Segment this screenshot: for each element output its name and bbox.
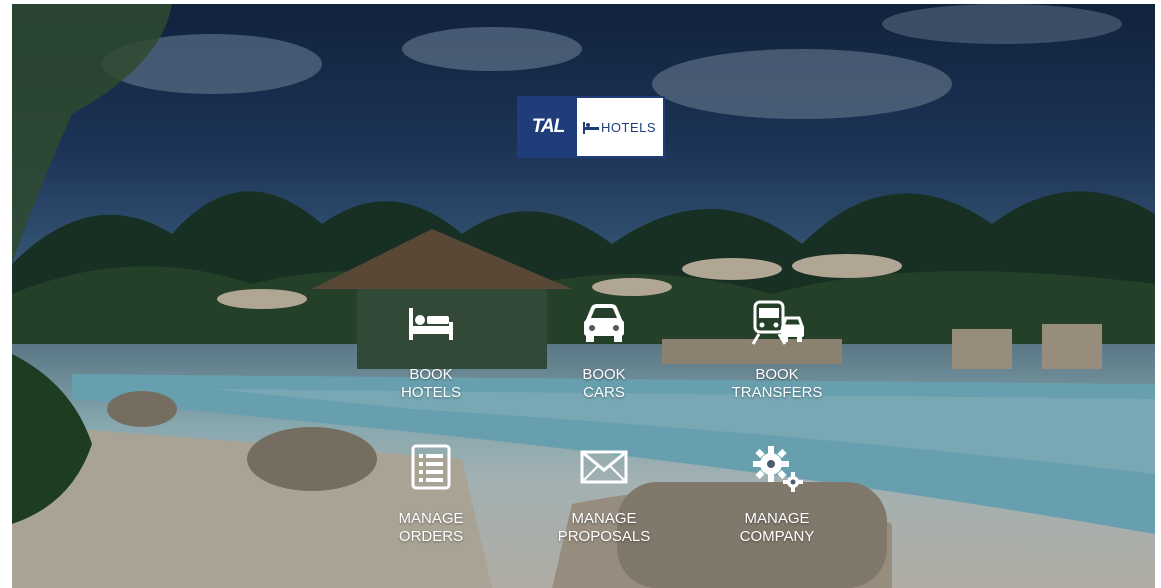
bed-logo-icon (583, 122, 599, 134)
tile-label-line1: BOOK (755, 366, 799, 383)
tile-label-line1: BOOK (409, 366, 453, 383)
tile-label-line1: MANAGE (398, 510, 464, 527)
book-hotels-button[interactable]: BOOK HOTELS (361, 300, 501, 418)
manage-company-button[interactable]: MANAGE COMPANY (707, 444, 847, 562)
gears-icon (753, 446, 803, 492)
logo-hotels-text: HOTELS (601, 119, 657, 135)
company-logo: TAL HOTELS (517, 96, 665, 158)
logo-tal-text: TAL (519, 98, 577, 156)
book-transfers-button[interactable]: BOOK TRANSFERS (707, 300, 847, 418)
train-car-icon (751, 300, 805, 345)
envelope-icon (580, 450, 628, 484)
book-cars-button[interactable]: BOOK CARS (534, 300, 674, 418)
list-icon (411, 444, 451, 490)
tile-label-line2: HOTELS (400, 384, 461, 401)
manage-orders-button[interactable]: MANAGE ORDERS (361, 444, 501, 562)
car-icon (584, 304, 624, 342)
tile-label-line2: COMPANY (739, 528, 815, 545)
tile-label-line1: MANAGE (571, 510, 637, 527)
tile-label-line2: PROPOSALS (557, 528, 651, 545)
tile-label-line1: BOOK (582, 366, 626, 383)
tile-label-line2: ORDERS (398, 528, 464, 545)
tile-label-line2: TRANSFERS (731, 384, 823, 401)
bed-icon (409, 308, 453, 340)
tile-label-line2: CARS (583, 384, 625, 401)
manage-proposals-button[interactable]: MANAGE PROPOSALS (534, 444, 674, 562)
tile-label-line1: MANAGE (744, 510, 810, 527)
